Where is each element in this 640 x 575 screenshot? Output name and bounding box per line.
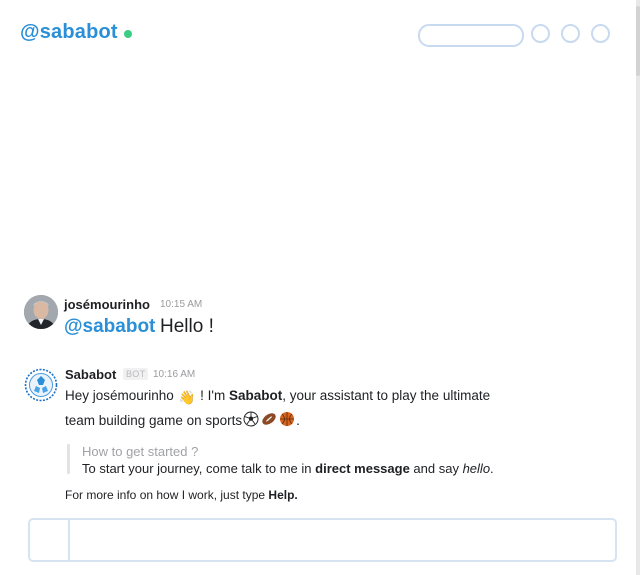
hello-italic: hello	[462, 461, 491, 476]
line2-end: .	[296, 413, 300, 428]
basketball-icon	[279, 411, 295, 430]
presence-online-icon	[124, 30, 132, 38]
user-mention-link[interactable]: @sababot	[64, 316, 155, 338]
channel-title[interactable]: @sababot	[20, 21, 118, 44]
attachment-body-end: .	[490, 461, 494, 476]
bot-name-bold: Sababot	[228, 388, 283, 403]
line2-text: team building game on sports	[65, 413, 243, 428]
bot-message-line-2: team building game on sports.	[65, 411, 300, 430]
attachment-body-mid: and say	[409, 461, 463, 476]
help-command-bold: Help.	[268, 488, 298, 502]
header-action-button-1[interactable]	[531, 24, 550, 43]
attachment-accent-bar	[67, 444, 70, 474]
header-action-button-2[interactable]	[561, 24, 580, 43]
bot-badge: BOT	[123, 368, 149, 380]
sababot-logo-icon	[24, 368, 58, 402]
bot-sender-name[interactable]: Sababot	[65, 367, 116, 382]
waving-hand-icon: 👋	[178, 390, 196, 405]
american-football-icon	[261, 411, 277, 430]
message-composer	[28, 518, 617, 562]
message-timestamp[interactable]: 10:15 AM	[160, 299, 202, 310]
direct-message-bold: direct message	[315, 461, 410, 476]
header-action-button-3[interactable]	[591, 24, 610, 43]
line1-rest-text: , your assistant to play the ultimate	[282, 388, 491, 403]
search-input[interactable]	[418, 24, 524, 47]
bot-message-line-1: Hey josémourinho 👋 ! I'm Sababot, your a…	[65, 388, 490, 406]
bot-avatar[interactable]	[24, 368, 58, 402]
message-sender-name[interactable]: josémourinho	[64, 297, 150, 312]
user-photo-icon	[24, 295, 58, 329]
greeting-text: Hey josémourinho	[65, 388, 174, 403]
message-text: Hello !	[160, 316, 214, 337]
attachment-body: To start your journey, come talk to me i…	[82, 461, 494, 476]
soccer-ball-icon	[243, 411, 259, 430]
user-avatar[interactable]	[24, 295, 58, 329]
more-info-line: For more info on how I work, just type H…	[65, 488, 298, 502]
im-text: ! I'm	[196, 388, 229, 403]
more-info-text: For more info on how I work, just type	[65, 488, 269, 502]
message-timestamp[interactable]: 10:16 AM	[153, 369, 195, 380]
composer-attach-divider[interactable]	[68, 520, 70, 560]
attachment-body-text: To start your journey, come talk to me i…	[82, 461, 316, 476]
scrollbar-track[interactable]	[636, 0, 640, 575]
message-input[interactable]	[74, 526, 608, 556]
scrollbar-thumb[interactable]	[636, 6, 640, 76]
attachment-title: How to get started ?	[82, 444, 199, 459]
